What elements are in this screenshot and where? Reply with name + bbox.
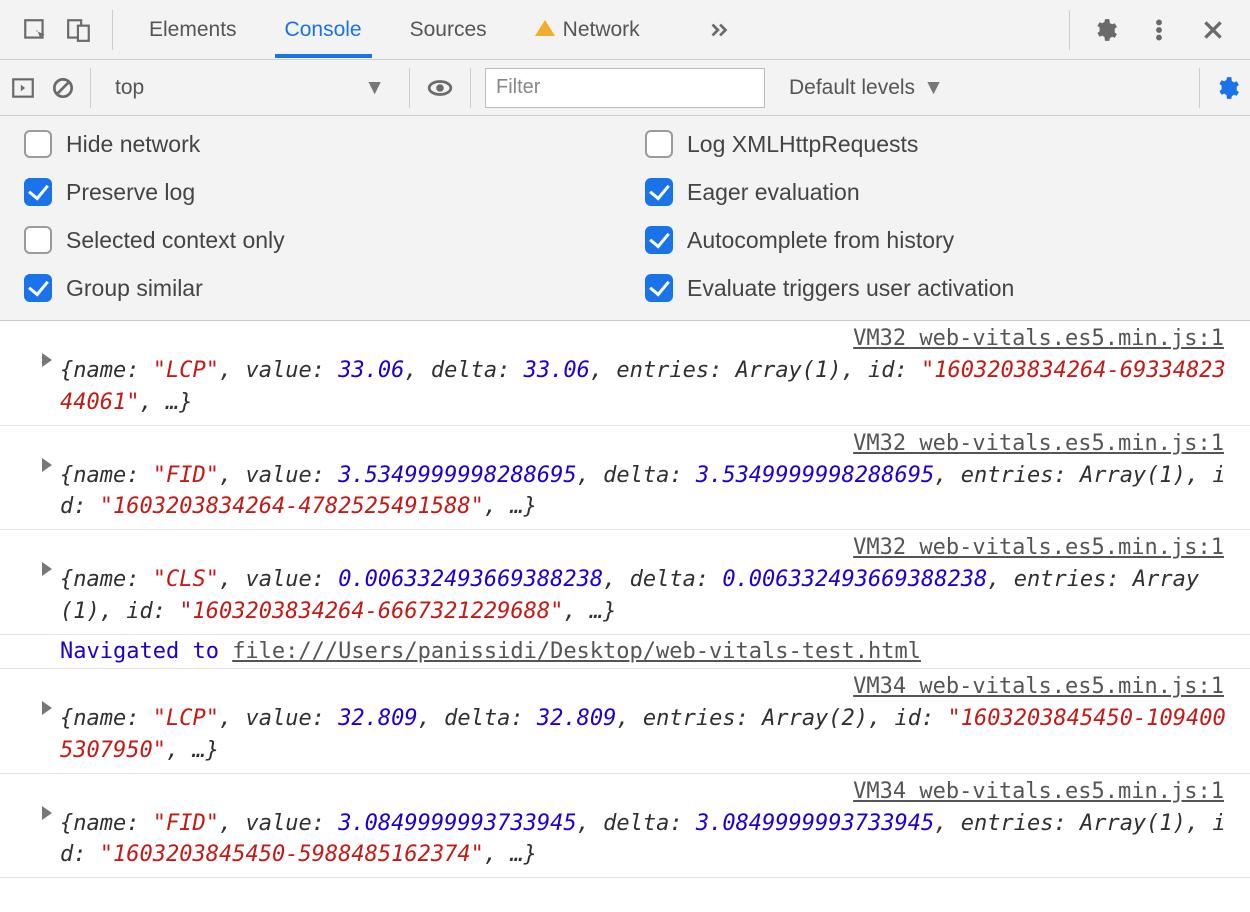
log-object[interactable]: {name: "FID", value: 3.0849999993733945,…: [60, 811, 1226, 868]
inspect-element-icon[interactable]: [22, 17, 48, 43]
checkbox-label: Preserve log: [66, 179, 195, 206]
checkbox-icon: [24, 274, 52, 302]
tab-sources[interactable]: Sources: [406, 4, 491, 56]
expand-icon[interactable]: [42, 701, 52, 715]
context-value: top: [115, 76, 144, 100]
checkbox-selected-context[interactable]: Selected context only: [24, 226, 605, 254]
warning-icon: [535, 20, 555, 36]
expand-icon[interactable]: [42, 353, 52, 367]
settings-gear-icon[interactable]: [1092, 17, 1118, 43]
checkbox-label: Group similar: [66, 275, 203, 302]
nav-url[interactable]: file:///Users/panissidi/Desktop/web-vita…: [232, 639, 921, 664]
console-entry: VM32 web-vitals.es5.min.js:1 {name: "FID…: [0, 426, 1250, 531]
checkbox-label: Selected context only: [66, 227, 285, 254]
log-object[interactable]: {name: "FID", value: 3.5349999998288695,…: [60, 463, 1226, 520]
expand-icon[interactable]: [42, 562, 52, 576]
console-entry: VM34 web-vitals.es5.min.js:1 {name: "FID…: [0, 774, 1250, 879]
source-link[interactable]: VM34 web-vitals.es5.min.js:1: [60, 671, 1230, 703]
expand-icon[interactable]: [42, 458, 52, 472]
console-settings-gear-icon[interactable]: [1214, 75, 1240, 101]
checkbox-preserve-log[interactable]: Preserve log: [24, 178, 605, 206]
source-link[interactable]: VM32 web-vitals.es5.min.js:1: [60, 428, 1230, 460]
source-link[interactable]: VM34 web-vitals.es5.min.js:1: [60, 776, 1230, 808]
device-mode-icon[interactable]: [66, 17, 92, 43]
levels-label: Default levels: [789, 76, 915, 100]
close-icon[interactable]: [1200, 17, 1226, 43]
chevron-down-icon: ▼: [364, 76, 385, 100]
checkbox-icon: [24, 178, 52, 206]
console-entry: VM32 web-vitals.es5.min.js:1 {name: "CLS…: [0, 530, 1250, 635]
checkbox-group-similar[interactable]: Group similar: [24, 274, 605, 302]
divider: [470, 68, 471, 108]
divider: [409, 68, 410, 108]
checkbox-icon: [645, 178, 673, 206]
kebab-menu-icon[interactable]: [1146, 17, 1172, 43]
checkbox-label: Eager evaluation: [687, 179, 860, 206]
source-link[interactable]: VM32 web-vitals.es5.min.js:1: [60, 323, 1230, 355]
tab-console[interactable]: Console: [281, 4, 366, 56]
expand-icon[interactable]: [42, 806, 52, 820]
checkbox-label: Hide network: [66, 131, 200, 158]
checkbox-autocomplete[interactable]: Autocomplete from history: [645, 226, 1226, 254]
checkbox-log-xhr[interactable]: Log XMLHttpRequests: [645, 130, 1226, 158]
log-object[interactable]: {name: "LCP", value: 33.06, delta: 33.06…: [60, 358, 1226, 415]
checkbox-eval-triggers[interactable]: Evaluate triggers user activation: [645, 274, 1226, 302]
console-output: VM32 web-vitals.es5.min.js:1 {name: "LCP…: [0, 321, 1250, 878]
live-expression-icon[interactable]: [424, 75, 456, 101]
divider: [112, 10, 113, 50]
navigation-entry: Navigated to file:///Users/panissidi/Des…: [0, 635, 1250, 669]
console-settings-drawer: Hide network Log XMLHttpRequests Preserv…: [0, 116, 1250, 321]
divider: [90, 68, 91, 108]
console-toolbar: top ▼ Default levels ▼: [0, 60, 1250, 116]
toggle-sidebar-icon[interactable]: [10, 75, 36, 101]
log-object[interactable]: {name: "LCP", value: 32.809, delta: 32.8…: [60, 706, 1226, 763]
chevron-down-icon: ▼: [923, 76, 944, 100]
nav-label: Navigated to: [60, 639, 232, 664]
filter-input[interactable]: [485, 68, 765, 108]
context-selector[interactable]: top ▼: [105, 70, 395, 106]
tab-elements[interactable]: Elements: [145, 4, 241, 56]
checkbox-icon: [24, 130, 52, 158]
console-entry: VM34 web-vitals.es5.min.js:1 {name: "LCP…: [0, 669, 1250, 774]
console-entry: VM32 web-vitals.es5.min.js:1 {name: "LCP…: [0, 321, 1250, 426]
clear-console-icon[interactable]: [50, 75, 76, 101]
tab-network-label: Network: [563, 18, 640, 41]
checkbox-label: Log XMLHttpRequests: [687, 131, 918, 158]
checkbox-hide-network[interactable]: Hide network: [24, 130, 605, 158]
divider: [1069, 10, 1070, 50]
checkbox-eager-eval[interactable]: Eager evaluation: [645, 178, 1226, 206]
source-link[interactable]: VM32 web-vitals.es5.min.js:1: [60, 532, 1230, 564]
checkbox-icon: [645, 226, 673, 254]
checkbox-label: Autocomplete from history: [687, 227, 954, 254]
checkbox-icon: [24, 226, 52, 254]
more-tabs-icon[interactable]: [706, 17, 732, 43]
log-levels-selector[interactable]: Default levels ▼: [779, 76, 944, 100]
tab-network[interactable]: Network: [531, 4, 644, 56]
checkbox-label: Evaluate triggers user activation: [687, 275, 1014, 302]
divider: [1199, 68, 1200, 108]
log-object[interactable]: {name: "CLS", value: 0.00633249366938823…: [60, 567, 1199, 624]
devtools-tab-bar: Elements Console Sources Network: [0, 0, 1250, 60]
checkbox-icon: [645, 130, 673, 158]
checkbox-icon: [645, 274, 673, 302]
